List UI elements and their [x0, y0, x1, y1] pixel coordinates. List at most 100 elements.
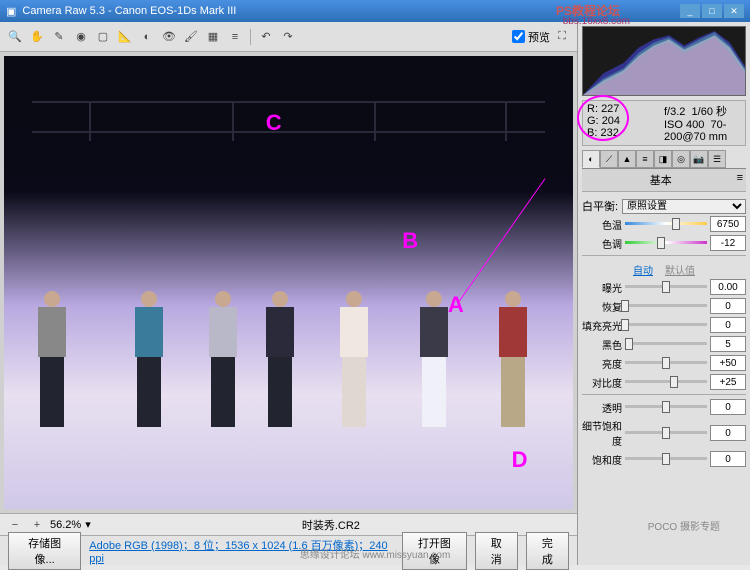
temp-label: 色温 — [582, 217, 622, 232]
panel-title: 基本 ≡ — [582, 169, 746, 192]
vibrance-label: 细节饱和度 — [582, 418, 622, 448]
clarity-label: 透明 — [582, 400, 622, 415]
temp-slider[interactable] — [625, 217, 707, 231]
maximize-button[interactable]: □ — [702, 4, 722, 18]
fill-input[interactable] — [710, 317, 746, 333]
basic-controls: 白平衡: 原照设置 色温 色调 自动默认值 曝光 恢复 填充亮光 黑色 亮度 对… — [578, 192, 750, 565]
window-controls: _ □ ✕ — [680, 4, 744, 18]
left-panel: 🔍 ✋ ✎ ◉ ▢ 📐 ◐ 👁 🖌 ▦ ≡ ↶ ↷ 预览 ⛶ — [0, 22, 578, 565]
temp-input[interactable] — [710, 216, 746, 232]
auto-link[interactable]: 自动 — [633, 262, 653, 277]
titlebar: ▣ Camera Raw 5.3 - Canon EOS-1Ds Mark II… — [0, 0, 750, 22]
zoom-tool-icon[interactable]: 🔍 — [6, 28, 24, 46]
clarity-slider[interactable] — [625, 400, 707, 414]
contrast-slider[interactable] — [625, 375, 707, 389]
rotate-cw-icon[interactable]: ↷ — [279, 28, 297, 46]
exposure-label: 曝光 — [582, 280, 622, 295]
minimize-button[interactable]: _ — [680, 4, 700, 18]
save-image-button[interactable]: 存储图像... — [8, 532, 81, 570]
annotation-b: B — [402, 228, 418, 254]
tab-presets[interactable]: ☰ — [708, 150, 726, 168]
tab-lens[interactable]: ◎ — [672, 150, 690, 168]
tint-slider[interactable] — [625, 236, 707, 250]
prefs-icon[interactable]: ≡ — [226, 28, 244, 46]
recovery-input[interactable] — [710, 298, 746, 314]
saturation-slider[interactable] — [625, 452, 707, 466]
preview-label: 预览 — [528, 29, 550, 45]
app-icon: ▣ — [6, 5, 16, 18]
wb-label: 白平衡: — [582, 198, 618, 214]
aperture-value: f/3.2 — [664, 106, 685, 118]
tab-basic[interactable]: ◐ — [582, 150, 600, 168]
separator — [250, 29, 251, 45]
saturation-input[interactable] — [710, 451, 746, 467]
exposure-input[interactable] — [710, 279, 746, 295]
done-button[interactable]: 完成 — [526, 532, 569, 570]
blacks-input[interactable] — [710, 336, 746, 352]
vibrance-input[interactable] — [710, 425, 746, 441]
contrast-input[interactable] — [710, 374, 746, 390]
brush-icon[interactable]: 🖌 — [182, 28, 200, 46]
vibrance-slider[interactable] — [625, 426, 707, 440]
wb-select[interactable]: 原照设置 — [622, 199, 746, 214]
b-value: 232 — [600, 127, 618, 139]
exposure-slider[interactable] — [625, 280, 707, 294]
brightness-slider[interactable] — [625, 356, 707, 370]
blacks-label: 黑色 — [582, 337, 622, 352]
filename-label: 时装秀.CR2 — [302, 517, 360, 533]
g-label: G: — [587, 115, 599, 127]
r-value: 227 — [601, 103, 619, 115]
fill-label: 填充亮光 — [582, 318, 622, 333]
shutter-value: 1/60 秒 — [692, 106, 727, 118]
tab-detail[interactable]: ▲ — [618, 150, 636, 168]
watermark-missyuan: 思缘设计论坛 www.missyuan.com — [300, 546, 451, 561]
zoom-dropdown-icon[interactable]: ▾ — [85, 518, 91, 531]
info-readout: R: 227 G: 204 B: 232 f/3.2 1/60 秒 ISO 40… — [582, 100, 746, 146]
gradient-icon[interactable]: ▦ — [204, 28, 222, 46]
right-panel: R: 227 G: 204 B: 232 f/3.2 1/60 秒 ISO 40… — [578, 22, 750, 565]
tint-input[interactable] — [710, 235, 746, 251]
sampler-icon[interactable]: ◉ — [72, 28, 90, 46]
spot-tool-icon[interactable]: ◐ — [138, 28, 156, 46]
tint-label: 色调 — [582, 236, 622, 251]
window-title: Camera Raw 5.3 - Canon EOS-1Ds Mark III — [22, 5, 236, 17]
crop-tool-icon[interactable]: ▢ — [94, 28, 112, 46]
iso-value: ISO 400 — [664, 119, 704, 131]
annotation-c: C — [266, 110, 282, 136]
contrast-label: 对比度 — [582, 375, 622, 390]
annotation-d: D — [512, 447, 528, 473]
eyedropper-icon[interactable]: ✎ — [50, 28, 68, 46]
fill-slider[interactable] — [625, 318, 707, 332]
recovery-slider[interactable] — [625, 299, 707, 313]
tab-hsl[interactable]: ≡ — [636, 150, 654, 168]
panel-menu-icon[interactable]: ≡ — [737, 172, 743, 184]
main-toolbar: 🔍 ✋ ✎ ◉ ▢ 📐 ◐ 👁 🖌 ▦ ≡ ↶ ↷ 预览 ⛶ — [0, 22, 577, 52]
settings-tabs: ◐ ⟋ ▲ ≡ ◨ ◎ 📷 ☰ — [582, 150, 746, 169]
image-preview[interactable]: C B A D — [4, 56, 573, 509]
blacks-slider[interactable] — [625, 337, 707, 351]
tab-curve[interactable]: ⟋ — [600, 150, 618, 168]
cancel-button[interactable]: 取消 — [475, 532, 518, 570]
fullscreen-icon[interactable]: ⛶ — [553, 28, 571, 46]
clarity-input[interactable] — [710, 399, 746, 415]
rotate-ccw-icon[interactable]: ↶ — [257, 28, 275, 46]
preview-toggle[interactable]: 预览 ⛶ — [512, 28, 571, 46]
straighten-icon[interactable]: 📐 — [116, 28, 134, 46]
brightness-label: 亮度 — [582, 356, 622, 371]
watermark-poco: POCO 摄影专题 — [648, 518, 720, 533]
brightness-input[interactable] — [710, 355, 746, 371]
hand-tool-icon[interactable]: ✋ — [28, 28, 46, 46]
preview-checkbox[interactable] — [512, 30, 525, 43]
b-label: B: — [587, 127, 597, 139]
redeye-icon[interactable]: 👁 — [160, 28, 178, 46]
saturation-label: 饱和度 — [582, 452, 622, 467]
recovery-label: 恢复 — [582, 299, 622, 314]
r-label: R: — [587, 103, 598, 115]
tab-split[interactable]: ◨ — [654, 150, 672, 168]
histogram[interactable] — [582, 26, 746, 96]
annotation-line — [459, 178, 546, 301]
close-button[interactable]: ✕ — [724, 4, 744, 18]
zoom-value[interactable]: 56.2% — [50, 519, 81, 531]
tab-camera[interactable]: 📷 — [690, 150, 708, 168]
default-link[interactable]: 默认值 — [665, 262, 695, 277]
